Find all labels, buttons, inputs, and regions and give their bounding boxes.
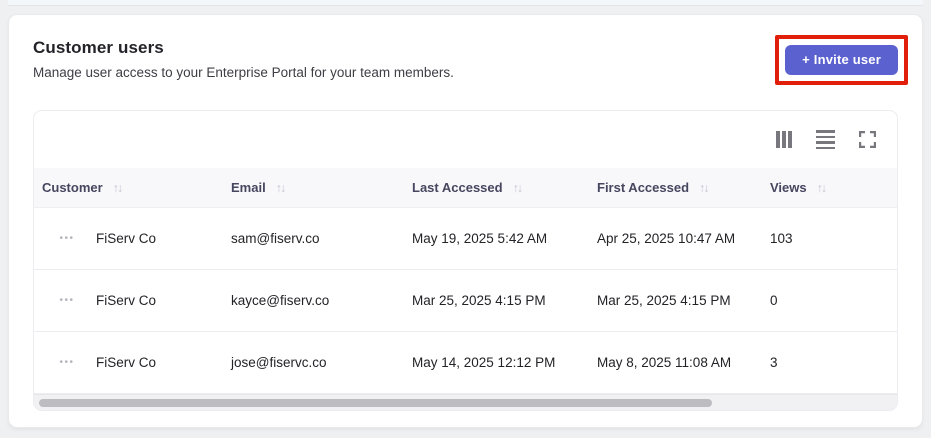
- card-header: Customer users Manage user access to you…: [33, 35, 908, 85]
- cell-customer: ••• FiServ Co: [34, 231, 223, 246]
- cell-email: sam@fiserv.co: [231, 231, 320, 246]
- page-title: Customer users: [33, 38, 164, 57]
- previous-card-edge: [8, 0, 923, 6]
- page-subtitle: Manage user access to your Enterprise Po…: [33, 65, 454, 80]
- cell-last-accessed: Mar 25, 2025 4:15 PM: [412, 293, 546, 308]
- column-header-email[interactable]: Email ↑↓: [223, 180, 404, 195]
- cell-last-accessed: May 19, 2025 5:42 AM: [412, 231, 548, 246]
- column-header-label: Customer: [42, 180, 103, 195]
- sort-icon[interactable]: ↑↓: [276, 181, 286, 195]
- sort-icon[interactable]: ↑↓: [699, 181, 709, 195]
- horizontal-scrollbar[interactable]: [34, 394, 897, 410]
- column-header-label: Last Accessed: [412, 180, 503, 195]
- invite-user-button[interactable]: + Invite user: [785, 45, 898, 75]
- column-header-customer[interactable]: Customer ↑↓: [34, 180, 223, 195]
- highlight-annotation-box: + Invite user: [775, 35, 908, 85]
- row-menu-icon[interactable]: •••: [54, 233, 80, 244]
- cell-email: kayce@fiserv.co: [231, 293, 330, 308]
- column-header-last-accessed[interactable]: Last Accessed ↑↓: [404, 180, 589, 195]
- sort-icon[interactable]: ↑↓: [513, 181, 523, 195]
- column-header-first-accessed[interactable]: First Accessed ↑↓: [589, 180, 762, 195]
- column-header-label: Views: [770, 180, 807, 195]
- fullscreen-icon[interactable]: [859, 131, 876, 148]
- table-header-row: Customer ↑↓ Email ↑↓ Last Accessed ↑↓ Fi…: [34, 168, 897, 208]
- table-row: ••• FiServ Co sam@fiserv.co May 19, 2025…: [34, 208, 897, 270]
- row-menu-icon[interactable]: •••: [54, 357, 80, 368]
- title-block: Customer users Manage user access to you…: [33, 35, 454, 80]
- cell-first-accessed: Apr 25, 2025 10:47 AM: [597, 231, 736, 246]
- customer-name: FiServ Co: [96, 293, 157, 308]
- cell-first-accessed: May 8, 2025 11:08 AM: [597, 355, 732, 370]
- density-icon-glyph: [816, 130, 835, 149]
- cell-views: 103: [770, 231, 793, 246]
- column-header-label: Email: [231, 180, 266, 195]
- column-header-views[interactable]: Views ↑↓: [762, 180, 897, 195]
- fullscreen-icon-glyph: [859, 131, 876, 148]
- sort-icon[interactable]: ↑↓: [113, 181, 123, 195]
- density-icon[interactable]: [816, 130, 835, 149]
- sort-icon[interactable]: ↑↓: [817, 181, 827, 195]
- customer-name: FiServ Co: [96, 231, 157, 246]
- cell-customer: ••• FiServ Co: [34, 293, 223, 308]
- table-toolbar: [34, 111, 897, 168]
- row-menu-icon[interactable]: •••: [54, 295, 80, 306]
- customer-users-card: Customer users Manage user access to you…: [8, 14, 923, 428]
- users-table-panel: Customer ↑↓ Email ↑↓ Last Accessed ↑↓ Fi…: [33, 110, 898, 411]
- cell-views: 3: [770, 355, 778, 370]
- cell-views: 0: [770, 293, 778, 308]
- cell-last-accessed: May 14, 2025 12:12 PM: [412, 355, 556, 370]
- cell-first-accessed: Mar 25, 2025 4:15 PM: [597, 293, 731, 308]
- column-header-label: First Accessed: [597, 180, 690, 195]
- columns-icon[interactable]: [776, 131, 792, 148]
- table-row: ••• FiServ Co jose@fiservc.co May 14, 20…: [34, 332, 897, 394]
- customer-name: FiServ Co: [96, 355, 157, 370]
- cell-customer: ••• FiServ Co: [34, 355, 223, 370]
- table-row: ••• FiServ Co kayce@fiserv.co Mar 25, 20…: [34, 270, 897, 332]
- horizontal-scrollbar-thumb[interactable]: [39, 398, 713, 407]
- cell-email: jose@fiservc.co: [231, 355, 327, 370]
- columns-icon-glyph: [776, 131, 792, 148]
